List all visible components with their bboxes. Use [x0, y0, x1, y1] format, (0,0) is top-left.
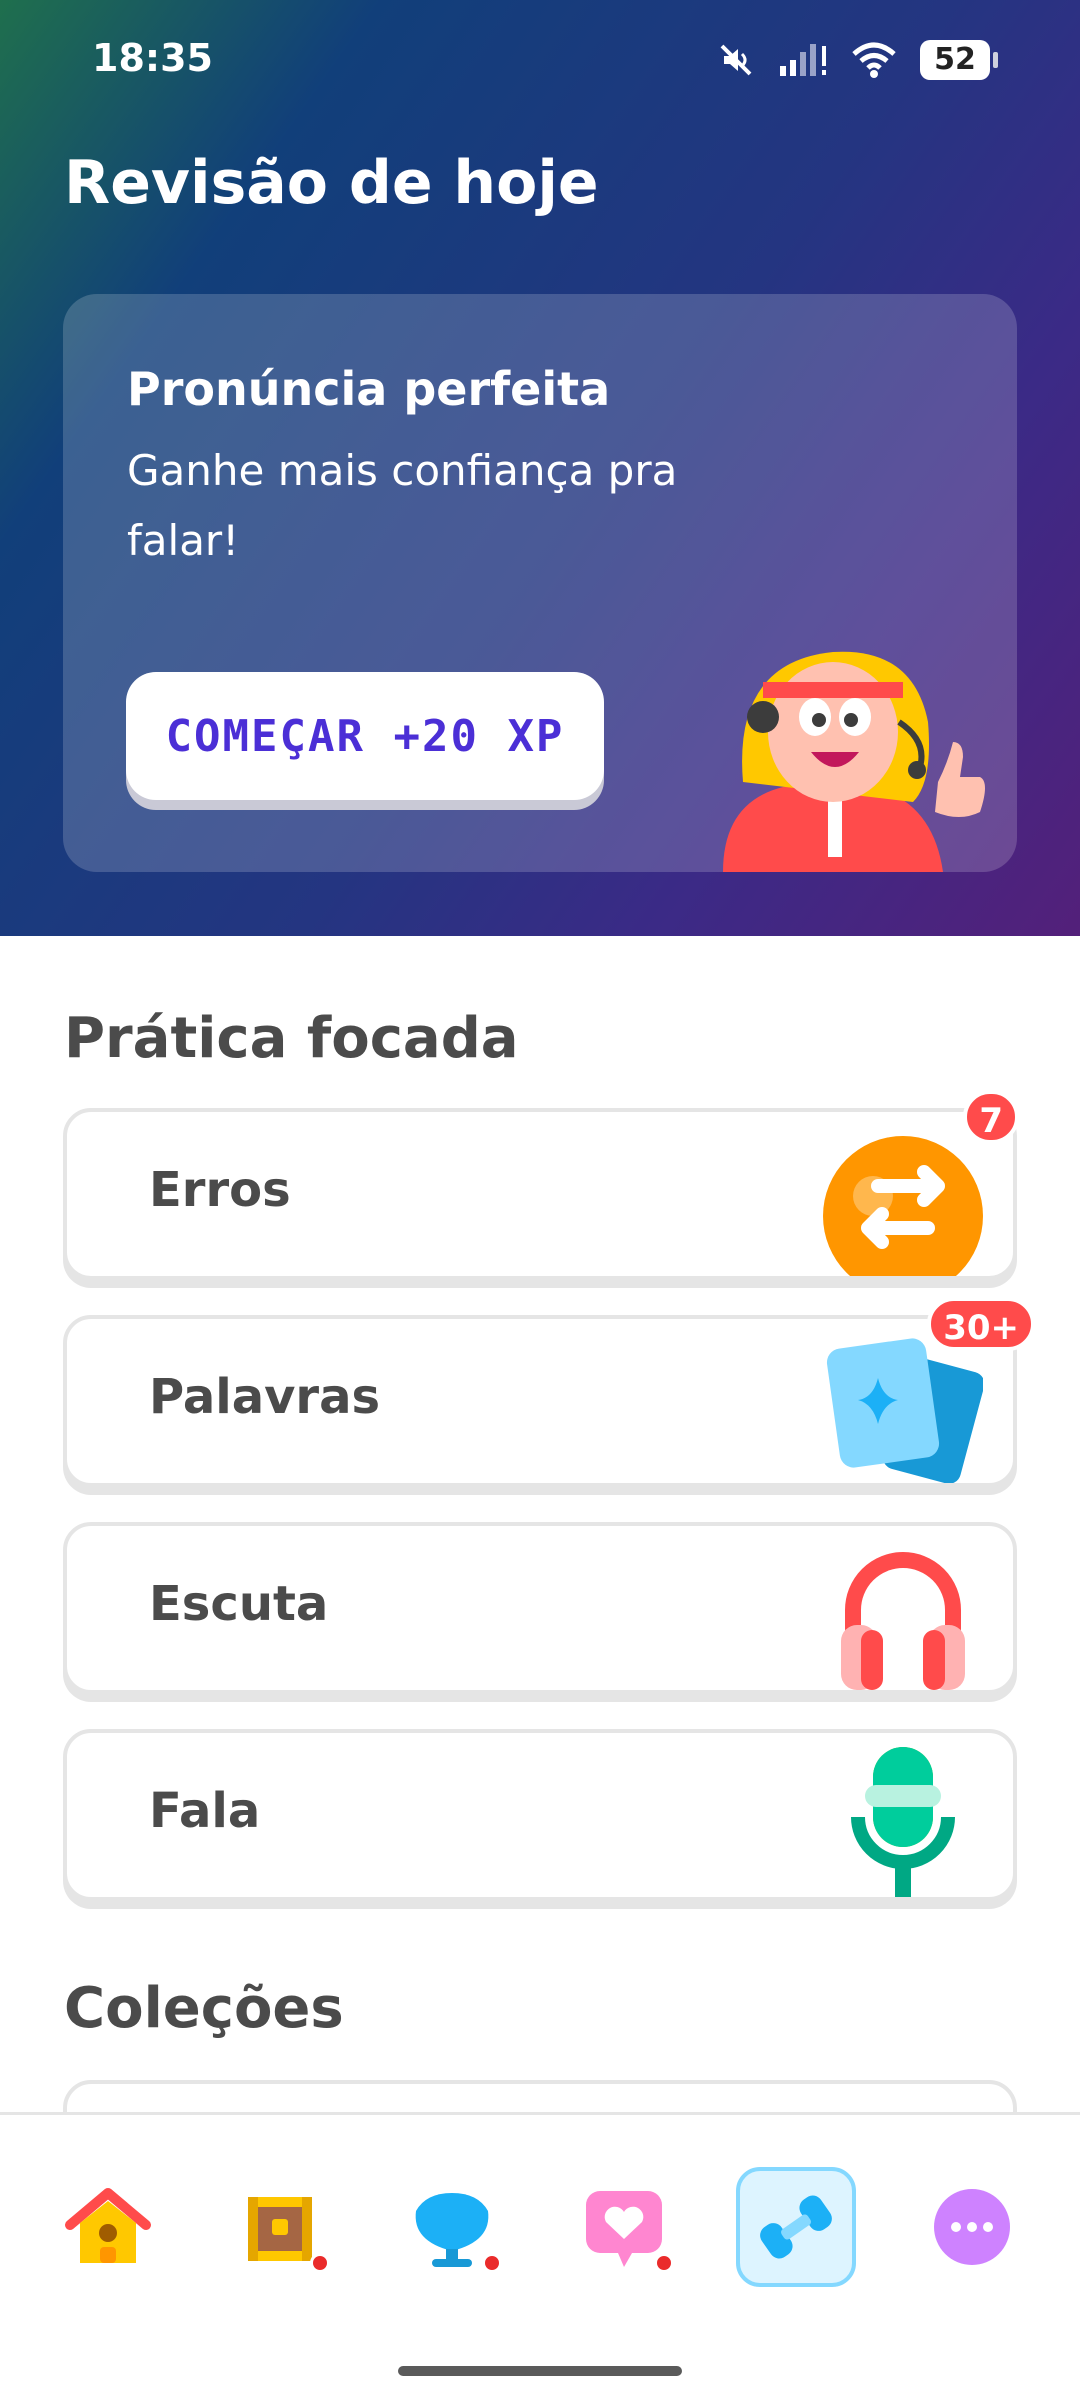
- notification-dot: [654, 2253, 674, 2273]
- more-icon: [934, 2189, 1010, 2265]
- signal-icon: [780, 44, 826, 76]
- practice-card-mistakes[interactable]: Erros 7: [63, 1090, 1019, 1280]
- hero-section: 18:35 52 Revisão de hoje Pronúncia perfe…: [0, 0, 1080, 936]
- page-title: Revisão de hoje: [64, 148, 599, 218]
- status-icons: 52: [716, 38, 998, 82]
- practice-card-listening[interactable]: Escuta: [63, 1522, 1017, 1694]
- mistakes-count-badge: 7: [963, 1090, 1019, 1144]
- home-indicator[interactable]: [398, 2366, 682, 2376]
- nav-more[interactable]: [912, 2167, 1032, 2287]
- mascot-illustration: [723, 651, 985, 872]
- start-review-button[interactable]: COMEÇAR +20 XP: [126, 672, 604, 800]
- wifi-icon: [852, 42, 896, 78]
- home-icon: [65, 2188, 151, 2263]
- practice-card-label: Fala: [149, 1783, 261, 1839]
- mute-icon: [720, 44, 752, 76]
- practice-card-speaking[interactable]: Fala: [63, 1729, 1017, 1901]
- microphone-icon: [851, 1747, 955, 1897]
- practice-card-label: Palavras: [149, 1369, 381, 1425]
- nav-practice[interactable]: [736, 2167, 856, 2287]
- nav-leaderboard[interactable]: [392, 2167, 512, 2287]
- notification-dot: [310, 2253, 330, 2273]
- notification-dot: [482, 2253, 502, 2273]
- status-time: 18:35: [92, 36, 213, 80]
- practice-card-label: Escuta: [149, 1576, 329, 1632]
- focused-practice-title: Prática focada: [64, 1006, 519, 1071]
- words-count-badge: 30+: [927, 1297, 1035, 1351]
- practice-card-label: Erros: [149, 1162, 291, 1218]
- battery-indicator: 52: [920, 40, 998, 80]
- refresh-icon: [823, 1136, 983, 1276]
- collections-title: Coleções: [64, 1976, 344, 2041]
- nav-quests[interactable]: [220, 2167, 340, 2287]
- nav-home[interactable]: [48, 2167, 168, 2287]
- review-card-subtitle: Ganhe mais confiança pra falar!: [127, 446, 678, 565]
- review-card-title: Pronúncia perfeita: [127, 362, 611, 416]
- nav-social[interactable]: [564, 2167, 684, 2287]
- dumbbell-icon: [760, 2195, 832, 2259]
- review-card[interactable]: Pronúncia perfeita Ganhe mais confiança …: [63, 294, 1017, 872]
- status-bar: 18:35 52: [0, 0, 1080, 120]
- practice-card-words[interactable]: Palavras 30+: [63, 1297, 1035, 1487]
- bottom-navigation: [0, 2112, 1080, 2400]
- headphones-icon: [841, 1552, 965, 1690]
